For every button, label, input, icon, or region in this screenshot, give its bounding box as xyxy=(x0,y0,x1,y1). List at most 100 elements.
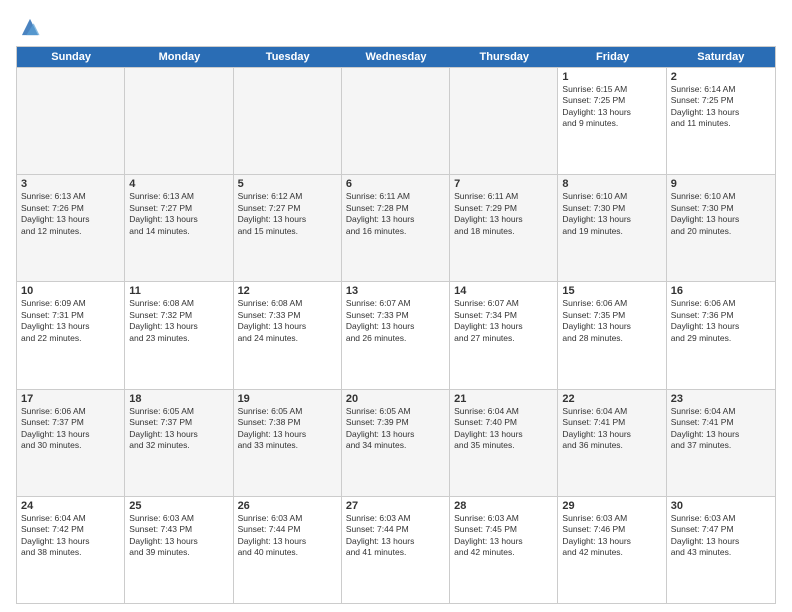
header-day-wednesday: Wednesday xyxy=(342,47,450,67)
calendar-cell-day-7: 7Sunrise: 6:11 AM Sunset: 7:29 PM Daylig… xyxy=(450,175,558,281)
calendar: SundayMondayTuesdayWednesdayThursdayFrid… xyxy=(16,46,776,604)
day-info: Sunrise: 6:07 AM Sunset: 7:34 PM Dayligh… xyxy=(454,298,553,344)
calendar-cell-empty xyxy=(450,68,558,174)
calendar-cell-empty xyxy=(17,68,125,174)
calendar-cell-day-21: 21Sunrise: 6:04 AM Sunset: 7:40 PM Dayli… xyxy=(450,390,558,496)
day-info: Sunrise: 6:15 AM Sunset: 7:25 PM Dayligh… xyxy=(562,84,661,130)
page: SundayMondayTuesdayWednesdayThursdayFrid… xyxy=(0,0,792,612)
calendar-cell-day-29: 29Sunrise: 6:03 AM Sunset: 7:46 PM Dayli… xyxy=(558,497,666,603)
day-number: 27 xyxy=(346,500,445,512)
header-day-tuesday: Tuesday xyxy=(234,47,342,67)
calendar-cell-day-12: 12Sunrise: 6:08 AM Sunset: 7:33 PM Dayli… xyxy=(234,282,342,388)
day-info: Sunrise: 6:03 AM Sunset: 7:44 PM Dayligh… xyxy=(238,513,337,559)
day-number: 9 xyxy=(671,178,771,190)
day-info: Sunrise: 6:10 AM Sunset: 7:30 PM Dayligh… xyxy=(562,191,661,237)
calendar-cell-day-3: 3Sunrise: 6:13 AM Sunset: 7:26 PM Daylig… xyxy=(17,175,125,281)
day-info: Sunrise: 6:11 AM Sunset: 7:29 PM Dayligh… xyxy=(454,191,553,237)
day-number: 8 xyxy=(562,178,661,190)
calendar-cell-day-23: 23Sunrise: 6:04 AM Sunset: 7:41 PM Dayli… xyxy=(667,390,775,496)
day-number: 25 xyxy=(129,500,228,512)
header xyxy=(16,10,776,38)
calendar-cell-day-24: 24Sunrise: 6:04 AM Sunset: 7:42 PM Dayli… xyxy=(17,497,125,603)
day-info: Sunrise: 6:03 AM Sunset: 7:43 PM Dayligh… xyxy=(129,513,228,559)
day-number: 3 xyxy=(21,178,120,190)
day-info: Sunrise: 6:03 AM Sunset: 7:45 PM Dayligh… xyxy=(454,513,553,559)
day-info: Sunrise: 6:05 AM Sunset: 7:37 PM Dayligh… xyxy=(129,406,228,452)
day-info: Sunrise: 6:03 AM Sunset: 7:47 PM Dayligh… xyxy=(671,513,771,559)
day-number: 10 xyxy=(21,285,120,297)
calendar-row-4: 17Sunrise: 6:06 AM Sunset: 7:37 PM Dayli… xyxy=(17,389,775,496)
day-number: 19 xyxy=(238,393,337,405)
day-number: 15 xyxy=(562,285,661,297)
day-number: 26 xyxy=(238,500,337,512)
day-number: 11 xyxy=(129,285,228,297)
day-number: 17 xyxy=(21,393,120,405)
calendar-cell-day-30: 30Sunrise: 6:03 AM Sunset: 7:47 PM Dayli… xyxy=(667,497,775,603)
day-info: Sunrise: 6:08 AM Sunset: 7:32 PM Dayligh… xyxy=(129,298,228,344)
calendar-cell-day-11: 11Sunrise: 6:08 AM Sunset: 7:32 PM Dayli… xyxy=(125,282,233,388)
day-number: 24 xyxy=(21,500,120,512)
logo-icon xyxy=(19,16,41,38)
calendar-body: 1Sunrise: 6:15 AM Sunset: 7:25 PM Daylig… xyxy=(17,67,775,603)
day-number: 4 xyxy=(129,178,228,190)
header-day-sunday: Sunday xyxy=(17,47,125,67)
day-number: 1 xyxy=(562,71,661,83)
calendar-cell-day-16: 16Sunrise: 6:06 AM Sunset: 7:36 PM Dayli… xyxy=(667,282,775,388)
day-info: Sunrise: 6:06 AM Sunset: 7:36 PM Dayligh… xyxy=(671,298,771,344)
calendar-row-1: 1Sunrise: 6:15 AM Sunset: 7:25 PM Daylig… xyxy=(17,67,775,174)
day-number: 16 xyxy=(671,285,771,297)
header-day-friday: Friday xyxy=(558,47,666,67)
calendar-cell-empty xyxy=(342,68,450,174)
day-number: 30 xyxy=(671,500,771,512)
day-number: 23 xyxy=(671,393,771,405)
calendar-cell-day-28: 28Sunrise: 6:03 AM Sunset: 7:45 PM Dayli… xyxy=(450,497,558,603)
calendar-cell-empty xyxy=(125,68,233,174)
header-day-monday: Monday xyxy=(125,47,233,67)
calendar-cell-day-18: 18Sunrise: 6:05 AM Sunset: 7:37 PM Dayli… xyxy=(125,390,233,496)
logo xyxy=(16,10,41,38)
day-info: Sunrise: 6:13 AM Sunset: 7:27 PM Dayligh… xyxy=(129,191,228,237)
calendar-row-3: 10Sunrise: 6:09 AM Sunset: 7:31 PM Dayli… xyxy=(17,281,775,388)
day-info: Sunrise: 6:12 AM Sunset: 7:27 PM Dayligh… xyxy=(238,191,337,237)
day-info: Sunrise: 6:06 AM Sunset: 7:35 PM Dayligh… xyxy=(562,298,661,344)
header-day-thursday: Thursday xyxy=(450,47,558,67)
day-number: 6 xyxy=(346,178,445,190)
header-day-saturday: Saturday xyxy=(667,47,775,67)
day-info: Sunrise: 6:03 AM Sunset: 7:46 PM Dayligh… xyxy=(562,513,661,559)
day-info: Sunrise: 6:04 AM Sunset: 7:42 PM Dayligh… xyxy=(21,513,120,559)
calendar-cell-day-13: 13Sunrise: 6:07 AM Sunset: 7:33 PM Dayli… xyxy=(342,282,450,388)
calendar-cell-day-19: 19Sunrise: 6:05 AM Sunset: 7:38 PM Dayli… xyxy=(234,390,342,496)
day-info: Sunrise: 6:07 AM Sunset: 7:33 PM Dayligh… xyxy=(346,298,445,344)
day-info: Sunrise: 6:06 AM Sunset: 7:37 PM Dayligh… xyxy=(21,406,120,452)
calendar-row-2: 3Sunrise: 6:13 AM Sunset: 7:26 PM Daylig… xyxy=(17,174,775,281)
day-info: Sunrise: 6:09 AM Sunset: 7:31 PM Dayligh… xyxy=(21,298,120,344)
calendar-cell-day-6: 6Sunrise: 6:11 AM Sunset: 7:28 PM Daylig… xyxy=(342,175,450,281)
day-number: 29 xyxy=(562,500,661,512)
day-info: Sunrise: 6:11 AM Sunset: 7:28 PM Dayligh… xyxy=(346,191,445,237)
day-number: 18 xyxy=(129,393,228,405)
calendar-cell-day-8: 8Sunrise: 6:10 AM Sunset: 7:30 PM Daylig… xyxy=(558,175,666,281)
day-number: 5 xyxy=(238,178,337,190)
day-info: Sunrise: 6:04 AM Sunset: 7:41 PM Dayligh… xyxy=(562,406,661,452)
day-number: 2 xyxy=(671,71,771,83)
calendar-cell-day-2: 2Sunrise: 6:14 AM Sunset: 7:25 PM Daylig… xyxy=(667,68,775,174)
day-info: Sunrise: 6:14 AM Sunset: 7:25 PM Dayligh… xyxy=(671,84,771,130)
calendar-cell-day-20: 20Sunrise: 6:05 AM Sunset: 7:39 PM Dayli… xyxy=(342,390,450,496)
day-info: Sunrise: 6:04 AM Sunset: 7:40 PM Dayligh… xyxy=(454,406,553,452)
day-info: Sunrise: 6:13 AM Sunset: 7:26 PM Dayligh… xyxy=(21,191,120,237)
day-number: 13 xyxy=(346,285,445,297)
calendar-cell-day-27: 27Sunrise: 6:03 AM Sunset: 7:44 PM Dayli… xyxy=(342,497,450,603)
day-number: 12 xyxy=(238,285,337,297)
calendar-row-5: 24Sunrise: 6:04 AM Sunset: 7:42 PM Dayli… xyxy=(17,496,775,603)
calendar-cell-day-5: 5Sunrise: 6:12 AM Sunset: 7:27 PM Daylig… xyxy=(234,175,342,281)
day-info: Sunrise: 6:04 AM Sunset: 7:41 PM Dayligh… xyxy=(671,406,771,452)
calendar-cell-day-1: 1Sunrise: 6:15 AM Sunset: 7:25 PM Daylig… xyxy=(558,68,666,174)
day-number: 22 xyxy=(562,393,661,405)
calendar-header: SundayMondayTuesdayWednesdayThursdayFrid… xyxy=(17,47,775,67)
day-info: Sunrise: 6:10 AM Sunset: 7:30 PM Dayligh… xyxy=(671,191,771,237)
calendar-cell-day-15: 15Sunrise: 6:06 AM Sunset: 7:35 PM Dayli… xyxy=(558,282,666,388)
day-number: 21 xyxy=(454,393,553,405)
day-number: 28 xyxy=(454,500,553,512)
day-number: 20 xyxy=(346,393,445,405)
calendar-cell-day-4: 4Sunrise: 6:13 AM Sunset: 7:27 PM Daylig… xyxy=(125,175,233,281)
